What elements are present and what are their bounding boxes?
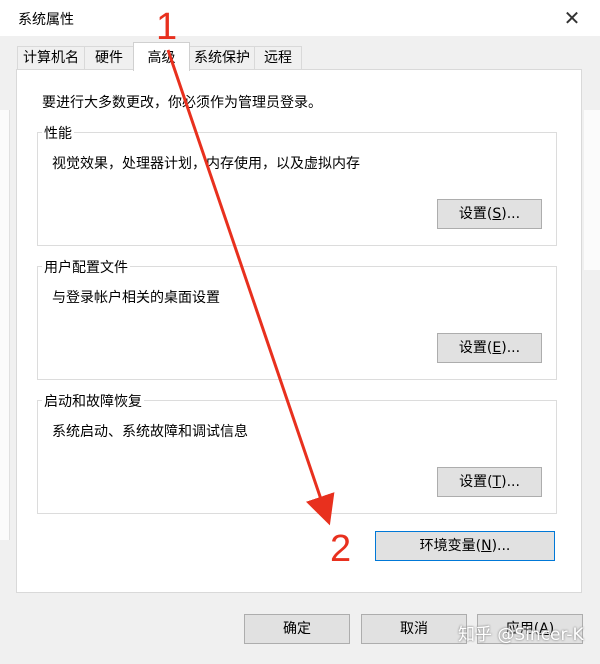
- performance-settings-ellipsis: )...: [501, 206, 521, 222]
- user-profiles-description: 与登录帐户相关的桌面设置: [52, 290, 220, 306]
- performance-settings-accel: S: [492, 206, 502, 222]
- tab-hardware[interactable]: 硬件: [84, 46, 134, 69]
- title-bar: 系统属性 ✕: [0, 0, 600, 36]
- startup-recovery-label: 启动和故障恢复: [42, 391, 144, 411]
- startup-recovery-settings-button[interactable]: 设置(T)...: [437, 467, 542, 497]
- annotation-step-2: 2: [330, 528, 352, 570]
- user-profiles-settings-button[interactable]: 设置(E)...: [437, 333, 542, 363]
- performance-settings-button[interactable]: 设置(S)...: [437, 199, 542, 229]
- environment-variables-button[interactable]: 环境变量(N)...: [375, 531, 555, 561]
- environment-variables-label: 环境变量(: [419, 538, 482, 554]
- startup-recovery-description: 系统启动、系统故障和调试信息: [52, 424, 248, 440]
- performance-group: 性能 视觉效果，处理器计划，内存使用，以及虚拟内存 设置(S)...: [37, 123, 557, 246]
- cancel-button[interactable]: 取消: [361, 614, 467, 644]
- close-icon[interactable]: ✕: [556, 4, 588, 32]
- performance-settings-label: 设置(: [458, 206, 493, 222]
- environment-variables-ellipsis: )...: [491, 538, 511, 554]
- tab-system-protection[interactable]: 系统保护: [189, 46, 255, 69]
- background-window-edge-right: [584, 110, 600, 270]
- user-profiles-settings-accel: E: [492, 340, 502, 356]
- tab-remote[interactable]: 远程: [254, 46, 302, 69]
- startup-recovery-group: 启动和故障恢复 系统启动、系统故障和调试信息 设置(T)...: [37, 391, 557, 514]
- user-profiles-label: 用户配置文件: [42, 257, 130, 277]
- user-profiles-group: 用户配置文件 与登录帐户相关的桌面设置 设置(E)...: [37, 257, 557, 380]
- advanced-tab-panel: 要进行大多数更改，你必须作为管理员登录。 性能 视觉效果，处理器计划，内存使用，…: [16, 69, 582, 593]
- background-window-edge-left: [0, 110, 10, 540]
- startup-recovery-settings-accel: T: [492, 474, 502, 490]
- environment-variables-accel: N: [481, 538, 492, 554]
- window-title: 系统属性: [18, 12, 74, 28]
- tab-computer-name[interactable]: 计算机名: [17, 46, 85, 69]
- startup-recovery-settings-label: 设置(: [459, 474, 493, 490]
- ok-button[interactable]: 确定: [244, 614, 350, 644]
- watermark: 知乎 @Sincer-K: [458, 625, 584, 645]
- system-properties-dialog: 系统属性 ✕ 计算机名 硬件 高级 系统保护 远程 要进行大多数更改，你必须作为…: [0, 0, 600, 664]
- performance-description: 视觉效果，处理器计划，内存使用，以及虚拟内存: [52, 156, 360, 172]
- admin-note: 要进行大多数更改，你必须作为管理员登录。: [42, 95, 322, 111]
- performance-label: 性能: [42, 123, 74, 143]
- annotation-step-1: 1: [156, 6, 178, 48]
- user-profiles-settings-ellipsis: )...: [501, 340, 521, 356]
- user-profiles-settings-label: 设置(: [458, 340, 493, 356]
- startup-recovery-settings-ellipsis: )...: [501, 474, 520, 490]
